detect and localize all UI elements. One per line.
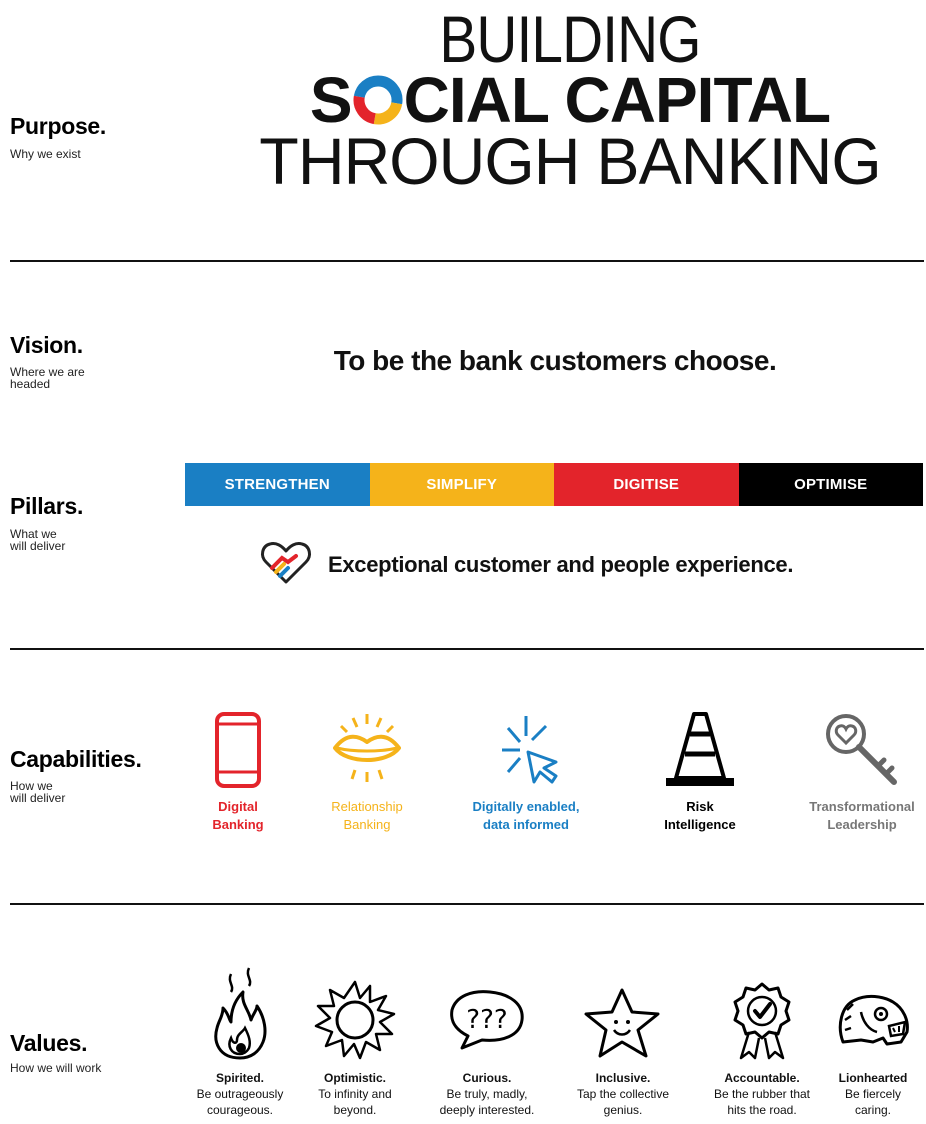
capability-digital-banking: Digital Banking [163, 710, 313, 834]
smiling-star-icon [558, 962, 688, 1062]
value-accountable: Accountable. Be the rubber that hits the… [697, 962, 827, 1118]
headline-line-3: THROUGH BANKING [259, 124, 881, 198]
pillar-simplify: SIMPLIFY [369, 463, 554, 506]
value-name: Spirited. [215, 1071, 264, 1085]
sun-icon [290, 962, 420, 1062]
capability-label: Digital Banking [212, 799, 264, 832]
purpose-title: Purpose. [10, 113, 107, 139]
headline-line-2: S CIAL CAPITAL [230, 68, 910, 132]
value-description: Tap the collective genius. [576, 1087, 670, 1117]
value-description: Be fiercely caring. [844, 1087, 902, 1117]
experience-text: Exceptional customer and people experien… [328, 551, 794, 577]
value-inclusive: Inclusive. Tap the collective genius. [558, 962, 688, 1118]
values-subtitle: How we will work [10, 1061, 102, 1075]
traffic-cone-icon [625, 710, 775, 790]
experience-row: Exceptional customer and people experien… [258, 538, 793, 591]
capability-label: Digitally enabled, data informed [472, 799, 580, 832]
svg-text:???: ??? [466, 1005, 507, 1035]
values-title: Values. [10, 1030, 88, 1056]
value-optimistic: Optimistic. To infinity and beyond. [290, 962, 420, 1118]
headline-line-1: BUILDING [439, 2, 701, 76]
value-name: Inclusive. [595, 1071, 651, 1085]
rosette-check-icon [697, 962, 827, 1062]
value-name: Lionhearted [838, 1071, 908, 1085]
phone-icon [163, 710, 313, 790]
capability-transformational-leadership: Transformational Leadership [787, 710, 926, 834]
divider [10, 648, 924, 650]
lips-icon [292, 710, 442, 790]
capabilities-title: Capabilities. [10, 746, 142, 772]
question-bubble-icon: ??? [422, 962, 552, 1062]
capability-relationship-banking: Relationship Banking [292, 710, 442, 834]
value-description: Be truly, madly, deeply interested. [439, 1087, 535, 1117]
capability-risk-intelligence: Risk Intelligence [625, 710, 775, 834]
heart-handshake-icon [258, 538, 314, 591]
cursor-click-icon [451, 710, 601, 790]
pillars-subtitle: What we will deliver [10, 527, 66, 553]
capability-digitally-enabled: Digitally enabled, data informed [451, 710, 601, 834]
pillars-title: Pillars. [10, 493, 84, 519]
capability-label: Relationship Banking [331, 799, 403, 832]
value-name: Curious. [462, 1071, 512, 1085]
value-name: Optimistic. [323, 1071, 386, 1085]
capability-label: Risk Intelligence [664, 799, 736, 832]
divider [10, 903, 924, 905]
vision-subtitle: Where we are headed [10, 365, 85, 391]
value-description: To infinity and beyond. [318, 1087, 392, 1117]
value-description: Be outrageously courageous. [196, 1087, 284, 1117]
vision-statement: To be the bank customers choose. [333, 345, 777, 376]
pillar-optimise: OPTIMISE [738, 463, 923, 506]
vision-title: Vision. [10, 332, 83, 358]
value-lionhearted: Lionhearted Be fiercely caring. [818, 962, 926, 1118]
lion-icon [818, 962, 926, 1062]
heart-key-icon [787, 710, 926, 790]
pillars-bar: STRENGTHEN SIMPLIFY DIGITISE OPTIMISE [185, 463, 923, 506]
flame-icon [175, 962, 305, 1062]
value-curious: ??? Curious. Be truly, madly, deeply int… [422, 962, 552, 1118]
purpose-headline: BUILDING S CIAL CAPITAL THROUGH BANKING [230, 6, 910, 194]
value-name: Accountable. [724, 1071, 800, 1085]
capability-label: Transformational Leadership [809, 799, 915, 832]
pillar-strengthen: STRENGTHEN [185, 463, 370, 506]
colour-ring-o-icon [353, 75, 403, 125]
value-spirited: Spirited. Be outrageously courageous. [175, 962, 305, 1118]
pillar-digitise: DIGITISE [554, 463, 739, 506]
purpose-subtitle: Why we exist [10, 147, 81, 161]
capabilities-subtitle: How we will deliver [10, 779, 66, 805]
divider [10, 260, 924, 262]
value-description: Be the rubber that hits the road. [713, 1087, 811, 1117]
